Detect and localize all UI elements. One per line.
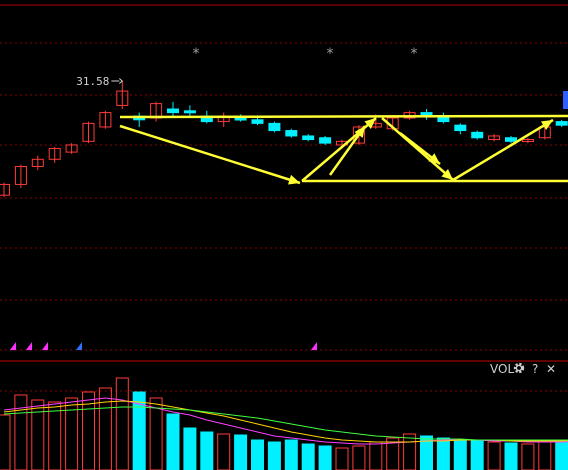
price-high-label: 31.58 bbox=[76, 75, 109, 88]
trend-arrow-line bbox=[119, 124, 301, 185]
volume-bar bbox=[369, 441, 383, 470]
volume-bar bbox=[200, 431, 214, 470]
star-marker: * bbox=[411, 46, 418, 62]
volume-bar bbox=[487, 441, 501, 470]
volume-bar bbox=[436, 437, 450, 470]
volume-bar bbox=[65, 397, 79, 470]
close-button[interactable]: ✕ bbox=[546, 362, 556, 376]
signal-marker bbox=[311, 342, 317, 350]
candle-body bbox=[302, 135, 315, 141]
volume-bar bbox=[470, 440, 484, 470]
volume-bar bbox=[166, 413, 180, 470]
volume-bar bbox=[301, 443, 315, 470]
trend-arrowhead bbox=[288, 174, 300, 185]
signal-marker bbox=[26, 342, 32, 350]
volume-bar bbox=[538, 441, 552, 470]
chart-canvas: * * * 31.58 bbox=[0, 4, 568, 470]
gear-icon[interactable] bbox=[512, 361, 526, 375]
candle-body bbox=[555, 121, 568, 126]
volume-bar bbox=[504, 442, 518, 470]
vol-indicator-label[interactable]: VOL bbox=[490, 362, 514, 376]
candle-body bbox=[251, 119, 264, 124]
volume-bar bbox=[352, 445, 366, 470]
volume-ma-line bbox=[3, 400, 568, 443]
volume-bar bbox=[555, 439, 568, 470]
candle-body bbox=[471, 131, 484, 139]
candle-body bbox=[285, 130, 298, 137]
volume-bar bbox=[318, 445, 332, 470]
signal-marker bbox=[10, 342, 16, 350]
volume-bar bbox=[284, 439, 298, 470]
trend-arrow-line bbox=[452, 118, 554, 182]
volume-bar bbox=[521, 443, 535, 470]
volume-bar bbox=[217, 433, 231, 470]
volume-bar bbox=[115, 377, 129, 470]
volume-bar bbox=[234, 434, 248, 470]
volume-bar bbox=[48, 401, 62, 470]
volume-bar bbox=[251, 439, 264, 470]
volume-bar bbox=[403, 433, 417, 470]
volume-bar bbox=[267, 441, 281, 470]
trend-arrow-line bbox=[381, 117, 454, 181]
candle-body bbox=[167, 108, 179, 114]
volume-ma-line bbox=[3, 397, 568, 445]
candle-body bbox=[319, 137, 332, 144]
right-edge-marker bbox=[563, 91, 568, 109]
volume-bar bbox=[453, 439, 467, 470]
signal-marker bbox=[42, 342, 48, 350]
candle-body bbox=[454, 124, 467, 132]
candle-body bbox=[0, 183, 10, 196]
star-marker: * bbox=[193, 46, 200, 62]
volume-bar bbox=[335, 447, 349, 470]
signal-marker bbox=[76, 342, 82, 350]
volume-ma-line bbox=[3, 406, 568, 441]
volume-bar bbox=[183, 427, 197, 470]
help-button[interactable]: ? bbox=[532, 362, 538, 376]
star-marker: * bbox=[327, 46, 334, 62]
volume-bar bbox=[31, 399, 45, 470]
volume-bar bbox=[98, 387, 112, 470]
candle-body bbox=[234, 117, 247, 121]
resistance-line bbox=[119, 114, 568, 119]
volume-bar bbox=[14, 394, 28, 470]
candle-body bbox=[268, 122, 281, 132]
volume-bar bbox=[0, 414, 11, 470]
candle-body bbox=[505, 137, 517, 142]
candle-body bbox=[183, 110, 196, 114]
